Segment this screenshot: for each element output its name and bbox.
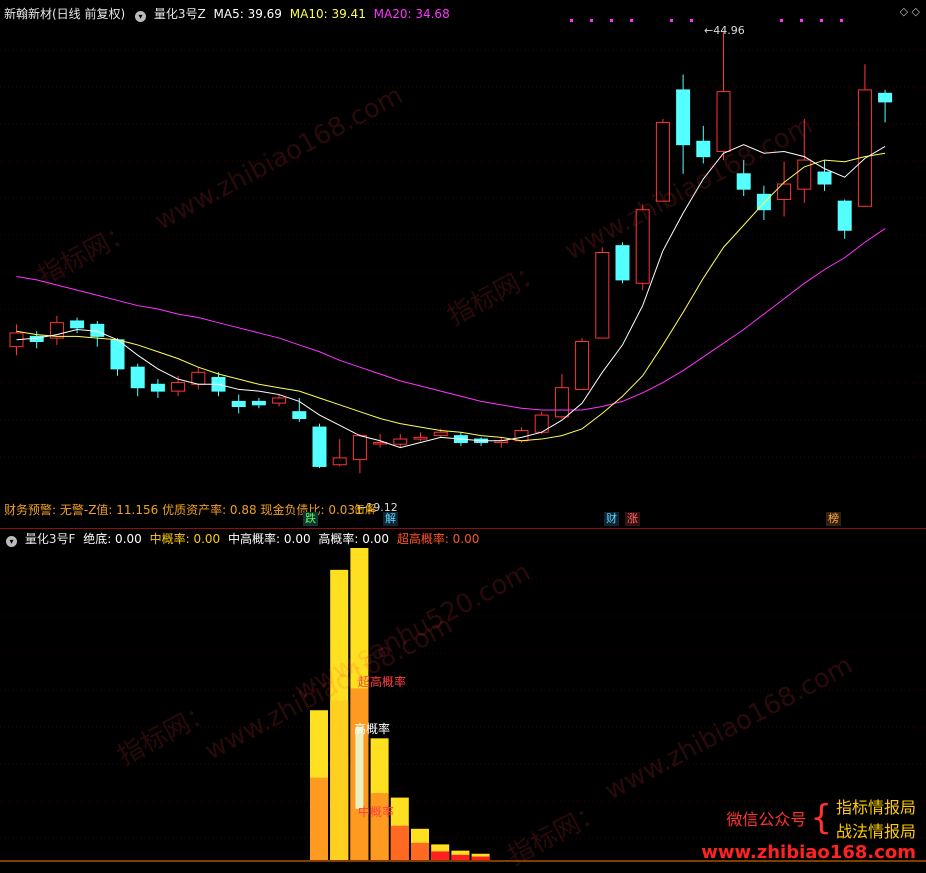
prob-bar-layer — [471, 856, 490, 860]
ma5-readout: MA5: 39.69 — [213, 7, 282, 21]
candle-body — [615, 245, 630, 281]
zhong-gai-readout: 中概率: 0.00 — [149, 532, 221, 546]
candle-body — [736, 173, 751, 190]
candle-body — [352, 435, 367, 461]
prob-bar-layer — [411, 842, 429, 860]
candle-body — [191, 371, 206, 385]
signal-dot — [570, 19, 573, 22]
brace-icon: { — [810, 798, 832, 838]
candle-body — [716, 91, 731, 153]
chevron-down-icon[interactable]: ▾ — [135, 11, 147, 22]
stock-title: 新翰新材(日线 前复权) — [4, 7, 126, 21]
zhong-gao-gai-readout: 中高概率: 0.00 — [228, 532, 311, 546]
signal-dot — [670, 19, 673, 22]
price-header: 新翰新材(日线 前复权) ▾ 量化3号Z MA5: 39.69 MA10: 39… — [4, 5, 454, 22]
marker-cai[interactable]: 财 — [604, 512, 619, 526]
label-gao: 高概率 — [354, 722, 391, 736]
prob-bar-layer — [390, 825, 409, 860]
prob-bar-layer — [431, 851, 450, 860]
marker-die[interactable]: 跌 — [303, 512, 318, 526]
brand-url[interactable]: www.zhibiao168.com — [701, 842, 916, 863]
signal-dot — [690, 19, 693, 22]
chevron-down-icon[interactable]: ▾ — [6, 536, 17, 547]
brand-block: 微信公众号 { 指标情报局 战法情报局 www.zhibiao168.com — [701, 794, 916, 863]
candle-body — [272, 397, 287, 404]
expand-icon[interactable]: ◇ — [912, 5, 920, 18]
candle-body — [130, 366, 145, 389]
probability-pane[interactable]: ▾ 量化3号F 绝底: 0.00 中概率: 0.00 中高概率: 0.00 高概… — [0, 529, 926, 868]
marker-zhang[interactable]: 涨 — [625, 512, 640, 526]
prob-bar-layer — [451, 854, 470, 860]
candle-body — [413, 436, 428, 440]
ma20-readout: MA20: 34.68 — [373, 7, 450, 21]
signal-dot — [610, 19, 613, 22]
candle-body — [393, 438, 408, 445]
signal-dot — [840, 19, 843, 22]
label-zhong: 中概率 — [358, 805, 395, 819]
jue-di-readout: 绝底: 0.00 — [83, 532, 142, 546]
signal-dot — [630, 19, 633, 22]
ma20-line — [16, 228, 886, 411]
signal-dot — [590, 19, 593, 22]
candle-body — [70, 320, 85, 329]
candle-body — [635, 209, 650, 284]
candle-body — [312, 426, 327, 467]
candle-body — [817, 171, 832, 185]
chao-gao-gai-readout: 超高概率: 0.00 — [396, 532, 480, 546]
price-pane[interactable]: ←44.96 ←19.12 新翰新材(日线 前复权) ▾ 量化3号Z MA5: 3… — [0, 0, 926, 529]
brand-line2: 战法情报局 — [835, 822, 916, 841]
label-chao-gao: 超高概率 — [358, 675, 407, 689]
gao-gai-readout: 高概率: 0.00 — [318, 532, 389, 546]
pane-controls: ◇ ◇ — [900, 5, 920, 18]
candle-body — [837, 200, 852, 231]
candle-body — [514, 430, 529, 442]
candle-body — [251, 400, 266, 406]
gao-gai-overlay — [355, 727, 364, 809]
candle-body — [292, 411, 307, 420]
brand-line1: 指标情报局 — [835, 798, 916, 817]
candle-body — [332, 457, 347, 466]
prob-bar-layer — [330, 700, 349, 860]
prob-bar-layer — [310, 777, 328, 860]
ma5-line — [16, 144, 886, 449]
candle-body — [150, 383, 165, 392]
signal-dot — [800, 19, 803, 22]
candle-body — [554, 387, 569, 418]
candle-body — [655, 121, 670, 202]
prob-header: ▾ 量化3号F 绝底: 0.00 中概率: 0.00 中高概率: 0.00 高概… — [4, 530, 483, 547]
marker-jie[interactable]: 解 — [383, 512, 398, 526]
price-chart[interactable]: ←44.96←19.12 — [0, 0, 926, 528]
high-price-label: ←44.96 — [704, 24, 745, 37]
ma10-readout: MA10: 39.41 — [289, 7, 366, 21]
candle-body — [857, 89, 872, 207]
prob-indicator-name[interactable]: 量化3号F — [25, 532, 76, 546]
diamond-icon[interactable]: ◇ — [900, 5, 908, 18]
marker-bang[interactable]: 榜 — [826, 512, 841, 526]
indicator-name[interactable]: 量化3号Z — [154, 7, 206, 21]
candle-body — [696, 140, 711, 158]
candle-body — [110, 339, 125, 370]
wechat-label: 微信公众号 — [726, 810, 807, 829]
signal-dot — [780, 19, 783, 22]
ma10-line — [16, 152, 886, 442]
candle-body — [231, 400, 246, 408]
candle-body — [433, 431, 448, 437]
candle-body — [575, 341, 590, 390]
candle-body — [797, 159, 812, 190]
candle-body — [595, 252, 610, 339]
candle-body — [878, 92, 893, 103]
signal-dot — [820, 19, 823, 22]
candle-body — [676, 89, 691, 146]
candle-body — [171, 382, 186, 392]
overlay-text: 缶解 — [354, 503, 376, 516]
prob-bar-layer — [370, 793, 389, 860]
